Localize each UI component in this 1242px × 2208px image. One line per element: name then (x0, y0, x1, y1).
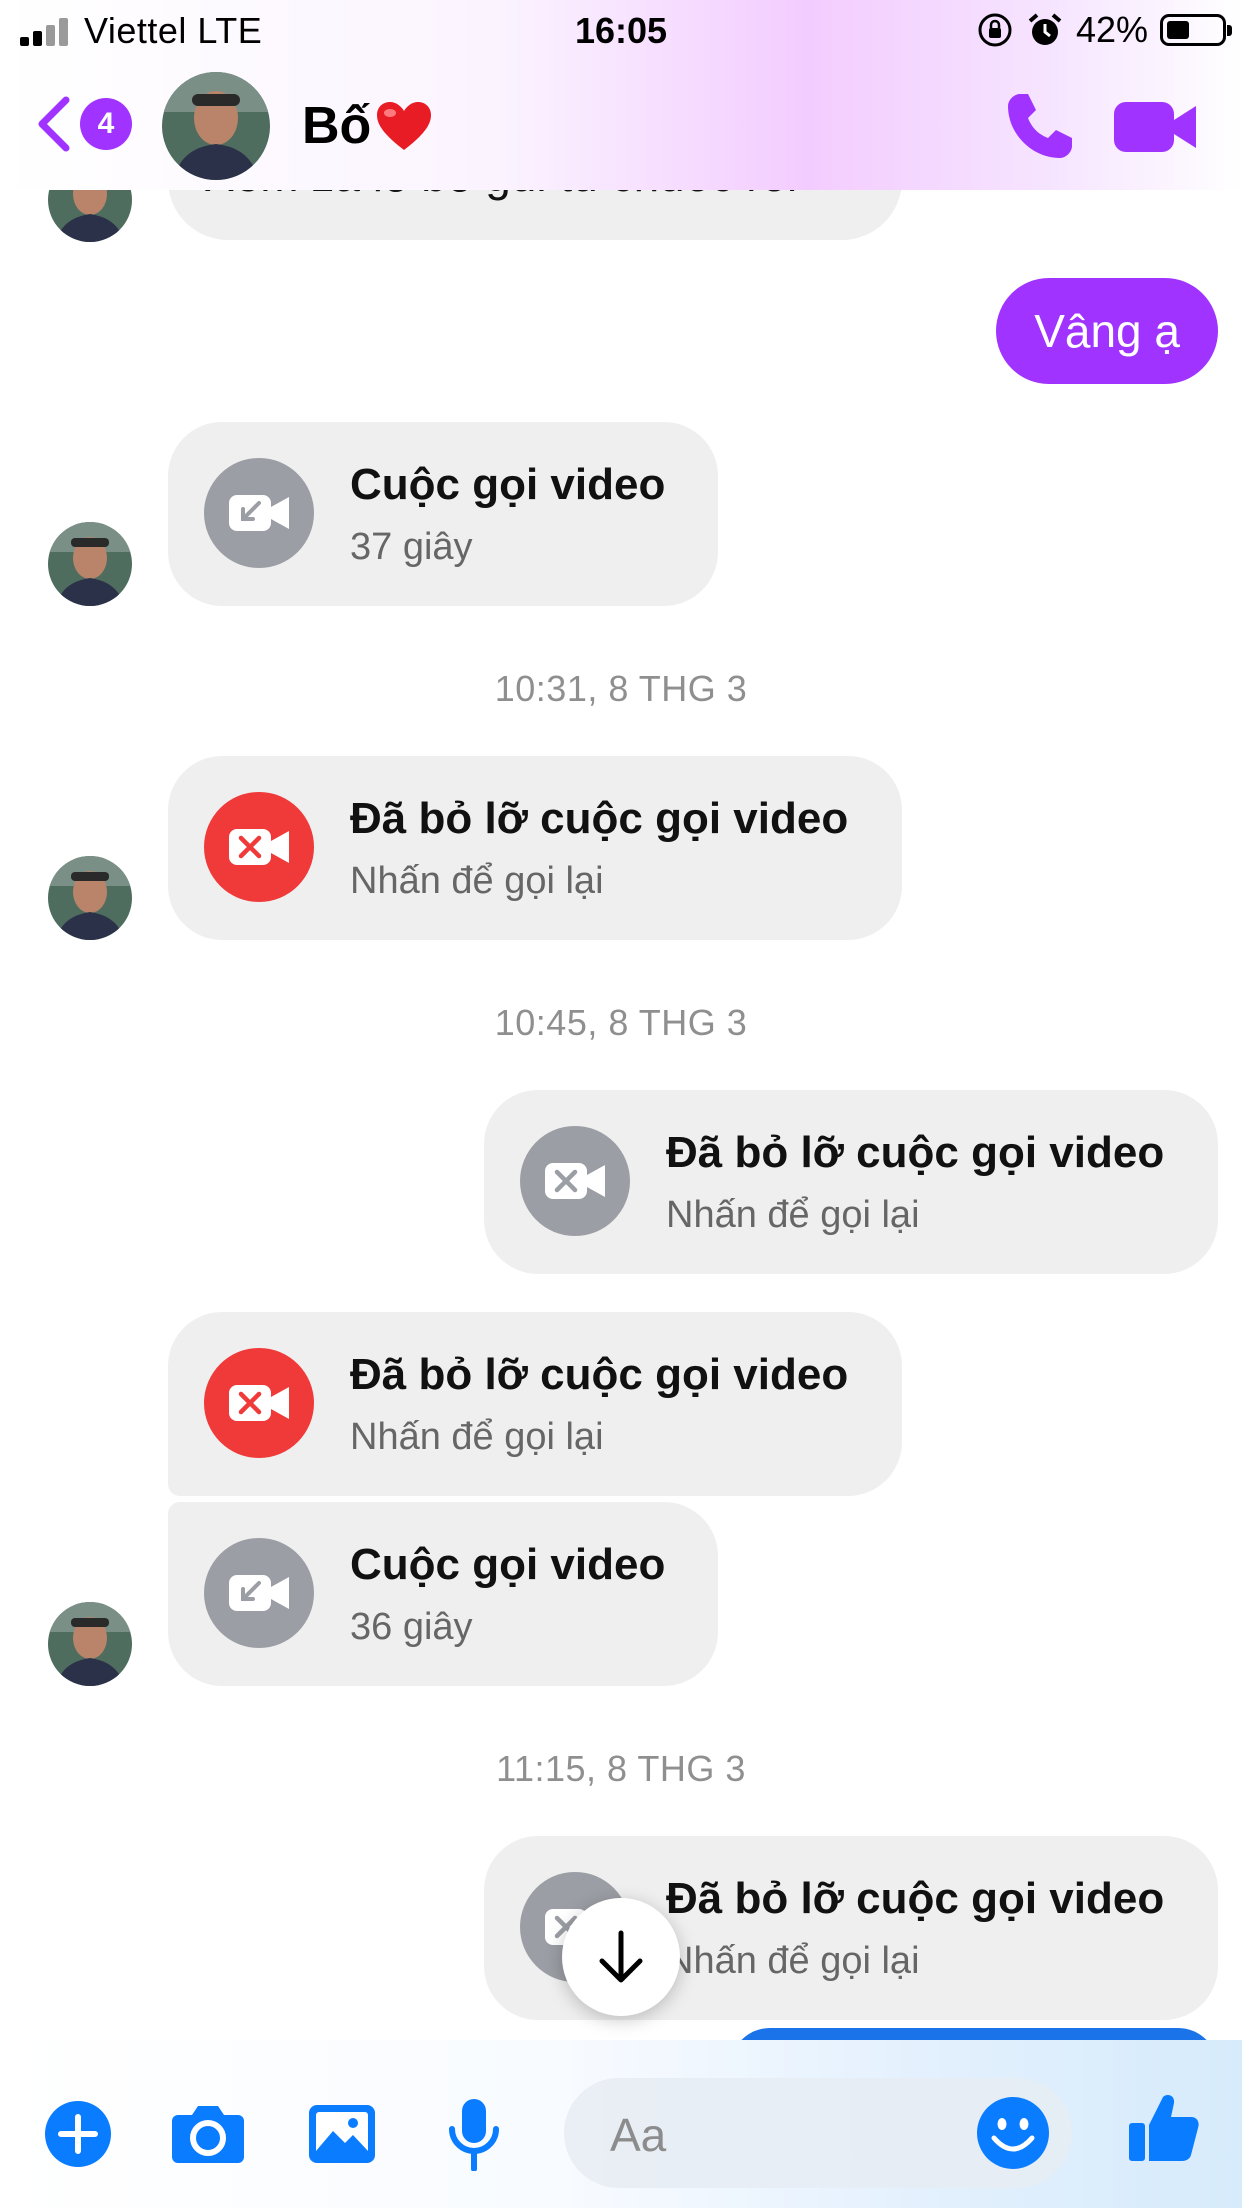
battery-icon (1160, 14, 1232, 46)
scroll-to-bottom-button[interactable] (562, 1898, 680, 2016)
alarm-icon (1028, 13, 1062, 45)
phone-call-button[interactable] (1004, 90, 1076, 162)
message-list[interactable]: Xem za lô bô gui tu chuoc roi Vâng ạ Cuộ… (0, 190, 1242, 2040)
missed-call-card[interactable]: Đã bỏ lỡ cuộc gọi video Nhấn để gọi lại (168, 1312, 902, 1496)
missed-video-call-icon (204, 792, 314, 902)
video-call-card[interactable]: Cuộc gọi video 36 giây (168, 1502, 718, 1686)
image-icon (309, 2105, 375, 2163)
composer-bar: Aa (0, 2040, 1242, 2208)
avatar (48, 190, 132, 242)
heart-emoji-icon (377, 102, 432, 150)
add-button[interactable] (40, 2096, 116, 2172)
contact-avatar[interactable] (162, 72, 270, 180)
chat-header: 4 Bố (0, 60, 1242, 190)
call-subtitle: Nhấn để gọi lại (666, 1194, 920, 1236)
emoji-icon[interactable] (974, 2094, 1052, 2172)
timestamp: 10:31, 8 THG 3 (494, 668, 748, 709)
call-title: Đã bỏ lỡ cuộc gọi video (666, 1128, 1165, 1177)
timestamp: 10:45, 8 THG 3 (494, 1002, 748, 1043)
call-duration: 36 giây (350, 1606, 473, 1648)
microphone-icon (449, 2099, 499, 2171)
timestamp: 11:15, 8 THG 3 (496, 1748, 746, 1789)
message-input[interactable]: Aa (564, 2078, 1072, 2188)
camera-button[interactable] (170, 2096, 246, 2172)
call-subtitle: Nhấn để gọi lại (350, 1416, 604, 1458)
chevron-left-icon (38, 96, 70, 152)
avatar (48, 522, 132, 606)
status-right: 42% (976, 8, 1232, 52)
outgoing-message-bubble[interactable] (730, 2028, 1218, 2040)
video-call-button[interactable] (1112, 96, 1198, 158)
message-text: Xem za lô bô gui tu chuoc roi (204, 190, 797, 202)
incoming-video-call-icon (204, 458, 314, 568)
incoming-video-call-icon (204, 1538, 314, 1648)
plus-icon (45, 2101, 111, 2167)
arrow-down-icon (599, 1930, 643, 1983)
incoming-message-bubble[interactable]: Xem za lô bô gui tu chuoc roi (168, 190, 902, 240)
voice-button[interactable] (436, 2096, 512, 2172)
like-button[interactable] (1126, 2090, 1202, 2166)
video-call-card[interactable]: Cuộc gọi video 37 giây (168, 422, 718, 606)
call-title: Cuộc gọi video (350, 1540, 666, 1589)
message-input-placeholder: Aa (610, 2109, 667, 2161)
back-button[interactable]: 4 (36, 90, 136, 154)
thumbs-up-icon (1129, 2095, 1199, 2161)
avatar (48, 1602, 132, 1686)
rotation-lock-icon (978, 13, 1012, 47)
missed-video-call-icon (520, 1126, 630, 1236)
avatar (48, 856, 132, 940)
status-bar: Viettel LTE 16:05 42% (0, 0, 1242, 60)
call-title: Đã bỏ lỡ cuộc gọi video (350, 794, 849, 843)
call-subtitle: Nhấn để gọi lại (350, 860, 604, 902)
call-title: Cuộc gọi video (350, 460, 666, 509)
contact-name-text: Bố (302, 97, 372, 155)
missed-call-card[interactable]: Đã bỏ lỡ cuộc gọi video Nhấn để gọi lại (168, 756, 902, 940)
call-duration: 37 giây (350, 526, 473, 568)
camera-icon (172, 2106, 244, 2163)
call-title: Đã bỏ lỡ cuộc gọi video (666, 1874, 1165, 1923)
call-title: Đã bỏ lỡ cuộc gọi video (350, 1350, 849, 1399)
contact-name[interactable]: Bố (302, 96, 433, 156)
gallery-button[interactable] (304, 2096, 380, 2172)
call-subtitle: Nhấn để gọi lại (666, 1940, 920, 1982)
outgoing-message-bubble[interactable]: Vâng ạ (996, 278, 1218, 384)
missed-video-call-icon (204, 1348, 314, 1458)
battery-percent: 42% (1075, 9, 1148, 50)
unread-badge: 4 (80, 98, 132, 150)
missed-call-card[interactable]: Đã bỏ lỡ cuộc gọi video Nhấn để gọi lại (484, 1090, 1218, 1274)
